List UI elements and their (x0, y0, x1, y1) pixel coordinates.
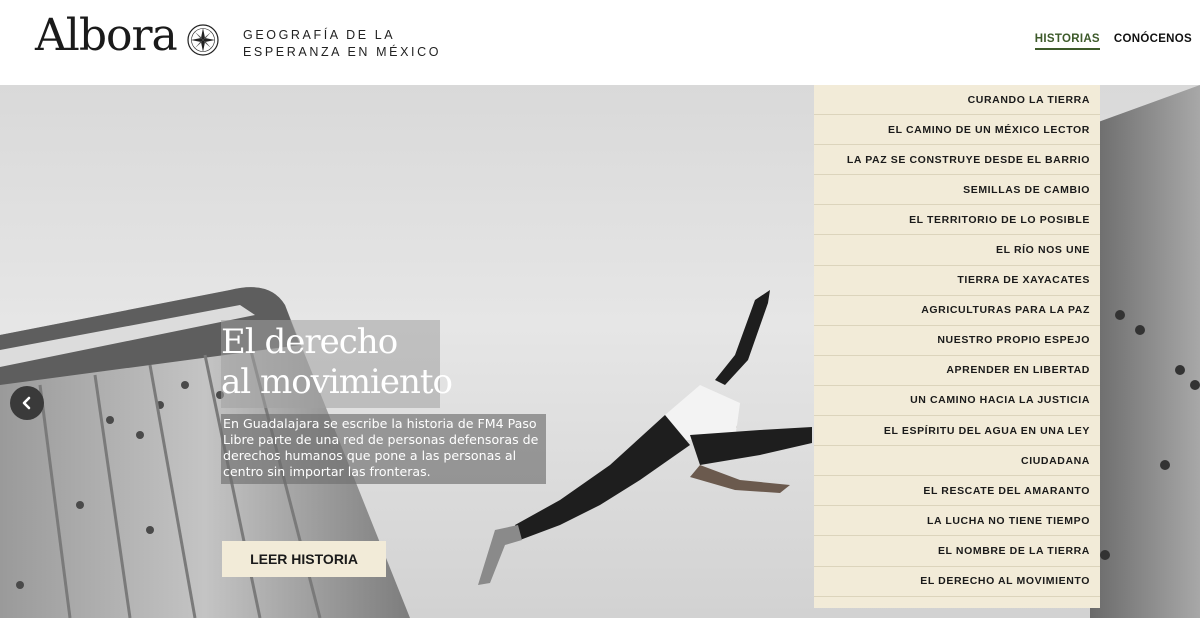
story-link-el-espiritu-del-agua[interactable]: EL ESPÍRITU DEL AGUA EN UNA LEY (814, 416, 1100, 447)
story-link-la-lucha-no-tiene-tiempo[interactable]: LA LUCHA NO TIENE TIEMPO (814, 506, 1100, 537)
site-logo[interactable]: Albora (35, 10, 178, 61)
site-header: Albora GEOGRAFÍA DE LA ESPERANZA EN MÉXI… (0, 0, 1200, 85)
chevron-left-icon (22, 396, 31, 410)
compass-icon (187, 24, 219, 56)
hero-title-line-1: El derecho (221, 322, 398, 362)
read-story-button[interactable]: LEER HISTORIA (222, 541, 386, 577)
story-link-nuestro-propio-espejo[interactable]: NUESTRO PROPIO ESPEJO (814, 326, 1100, 356)
story-link-el-nombre-de-la-tierra[interactable]: EL NOMBRE DE LA TIERRA (814, 536, 1100, 567)
story-link-el-derecho-al-movimiento[interactable]: EL DERECHO AL MOVIMIENTO (814, 567, 1100, 597)
hero-title-line-2: al movimiento (221, 362, 453, 402)
story-link-aprender-en-libertad[interactable]: APRENDER EN LIBERTAD (814, 356, 1100, 386)
story-link-el-rescate-del-amaranto[interactable]: EL RESCATE DEL AMARANTO (814, 476, 1100, 507)
main-nav: HISTORIAS CONÓCENOS (1034, 33, 1200, 50)
tagline-line-2: ESPERANZA EN MÉXICO (243, 45, 442, 59)
story-link-el-rio-nos-une[interactable]: EL RÍO NOS UNE (814, 235, 1100, 266)
story-link-semillas-de-cambio[interactable]: SEMILLAS DE CAMBIO (814, 175, 1100, 206)
story-link-el-territorio-de-lo-posible[interactable]: EL TERRITORIO DE LO POSIBLE (814, 205, 1100, 236)
story-link-agriculturas-para-la-paz[interactable]: AGRICULTURAS PARA LA PAZ (814, 296, 1100, 326)
story-link-el-camino-de-un-mexico-lector[interactable]: EL CAMINO DE UN MÉXICO LECTOR (814, 115, 1100, 146)
hero-title: El derecho al movimiento (221, 320, 453, 408)
story-link-ciudadana[interactable]: CIUDADANA (814, 446, 1100, 477)
carousel-prev-button[interactable] (10, 386, 44, 420)
story-link-la-paz-se-construye[interactable]: LA PAZ SE CONSTRUYE DESDE EL BARRIO (814, 145, 1100, 176)
tagline-line-1: GEOGRAFÍA DE LA (243, 28, 396, 42)
nav-conocenos[interactable]: CONÓCENOS (1114, 33, 1192, 50)
site-tagline: GEOGRAFÍA DE LA ESPERANZA EN MÉXICO (243, 27, 441, 61)
hero-description: En Guadalajara se escribe la historia de… (221, 414, 546, 484)
nav-historias[interactable]: HISTORIAS (1034, 33, 1100, 50)
story-link-curando-la-tierra[interactable]: CURANDO LA TIERRA (814, 85, 1100, 116)
stories-menu: CURANDO LA TIERRA EL CAMINO DE UN MÉXICO… (814, 85, 1100, 608)
story-link-tierra-de-xayacates[interactable]: TIERRA DE XAYACATES (814, 266, 1100, 296)
story-link-un-camino-hacia-la-justicia[interactable]: UN CAMINO HACIA LA JUSTICIA (814, 386, 1100, 417)
